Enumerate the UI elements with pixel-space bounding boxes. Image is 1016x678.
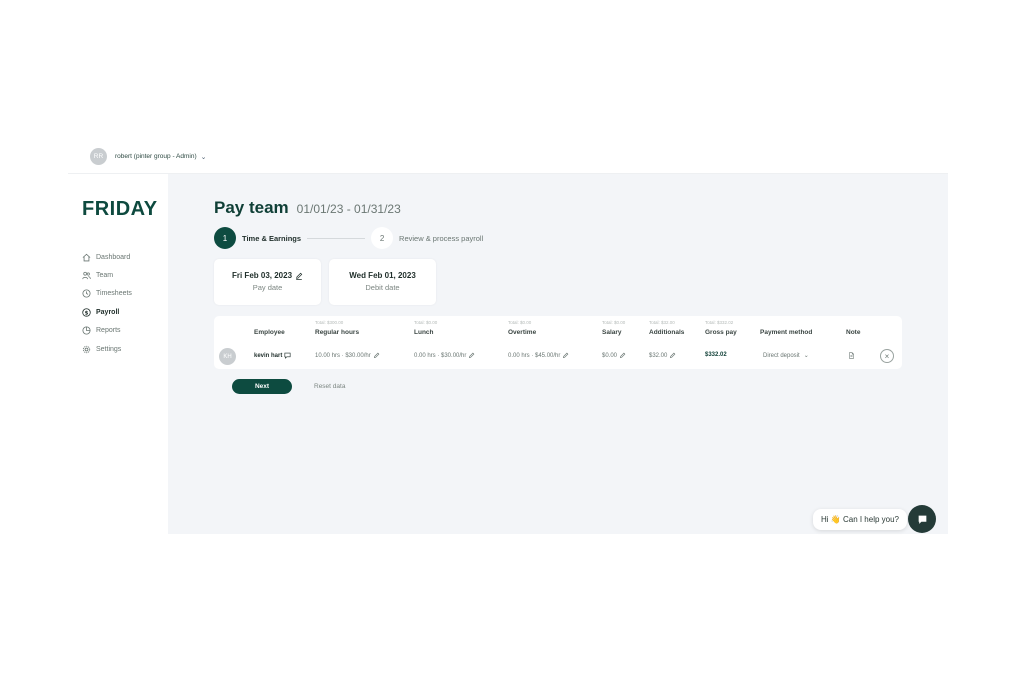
column-header-employee: Employee [254, 329, 285, 336]
payment-method-select[interactable]: Direct deposit ⌄ [763, 352, 809, 360]
page-header: Pay team 01/01/23 - 01/31/23 [214, 198, 401, 218]
next-button[interactable]: Next [232, 379, 292, 394]
chat-launcher-button[interactable] [908, 505, 936, 533]
employee-cell[interactable]: kevin hart [254, 352, 291, 359]
gear-icon [82, 345, 91, 354]
sidebar-item-team[interactable]: Team [82, 266, 132, 284]
lunch-cell[interactable]: 0.00 hrs · $30.00/hr [414, 352, 475, 359]
document-icon[interactable] [848, 352, 855, 359]
user-avatar[interactable]: RR [90, 148, 107, 165]
dollar-icon: $ [82, 308, 91, 317]
top-bar: RR robert (pinter group - Admin) ⌄ [68, 140, 948, 174]
pay-date-card[interactable]: Fri Feb 03, 2023 Pay date [214, 259, 321, 305]
edit-pencil-icon[interactable] [468, 352, 475, 359]
app-window: RR robert (pinter group - Admin) ⌄ FRIDA… [68, 140, 948, 534]
debit-date-card: Wed Feb 01, 2023 Debit date [329, 259, 436, 305]
column-header-additionals: Total: $32.00 Additionals [649, 320, 685, 336]
pay-date-label: Pay date [252, 283, 283, 292]
column-header-gross-pay: Total: $332.02 Gross pay [705, 320, 737, 336]
edit-pencil-icon[interactable] [669, 352, 676, 359]
sidebar-item-timesheets[interactable]: Timesheets [82, 285, 132, 303]
sidebar-item-dashboard[interactable]: Dashboard [82, 248, 132, 266]
column-total: Total: $332.02 [705, 320, 734, 325]
edit-pencil-icon[interactable] [619, 352, 626, 359]
team-icon [82, 271, 91, 280]
step-2-label[interactable]: Review & process payroll [399, 234, 483, 243]
chevron-down-icon: ⌄ [803, 353, 809, 359]
column-total: Total: $300.00 [315, 320, 344, 325]
sidebar: FRIDAY Dashboard Team Timesheets $ Payro… [68, 174, 168, 534]
chat-greeting-bubble[interactable]: Hi 👋 Can I help you? [813, 509, 907, 530]
debit-date-label: Debit date [365, 283, 400, 292]
column-header-note: Note [846, 329, 861, 336]
home-icon [82, 253, 91, 262]
user-account-label[interactable]: robert (pinter group - Admin) [115, 153, 197, 160]
overtime-cell[interactable]: 0.00 hrs · $45.00/hr [508, 352, 569, 359]
note-cell[interactable] [846, 352, 855, 359]
sidebar-item-settings[interactable]: Settings [82, 340, 132, 358]
column-total: Total: $0.00 [414, 320, 438, 325]
sidebar-item-label: Settings [96, 345, 122, 353]
regular-hours-cell[interactable]: 10.00 hrs · $30.00/hr [315, 352, 380, 359]
sidebar-item-label: Reports [96, 327, 121, 335]
sidebar-item-reports[interactable]: Reports [82, 322, 132, 340]
chevron-down-icon[interactable]: ⌄ [201, 153, 207, 161]
reset-data-link[interactable]: Reset data [314, 383, 345, 390]
edit-pencil-icon[interactable] [562, 352, 569, 359]
edit-pencil-icon[interactable] [373, 352, 380, 359]
edit-pencil-icon[interactable] [295, 272, 303, 280]
sidebar-item-label: Payroll [96, 308, 120, 316]
step-1-number[interactable]: 1 [214, 227, 236, 249]
employee-name[interactable]: kevin hart [254, 353, 282, 359]
chat-icon [918, 515, 926, 524]
step-connector [307, 237, 366, 239]
sidebar-item-label: Timesheets [96, 290, 132, 298]
column-total: Total: $0.00 [602, 320, 626, 325]
close-icon: × [884, 351, 890, 361]
column-total: Total: $32.00 [649, 320, 675, 325]
payroll-stepper: 1 Time & Earnings 2 Review & process pay… [214, 227, 483, 249]
step-2-number[interactable]: 2 [371, 227, 394, 249]
gross-pay-cell: $332.02 [705, 352, 727, 358]
column-header-salary: Total: $0.00 Salary [602, 320, 626, 336]
sidebar-item-label: Team [96, 272, 114, 280]
remove-row-button[interactable]: × [880, 349, 894, 363]
additionals-cell[interactable]: $32.00 [649, 352, 676, 359]
svg-text:$: $ [85, 310, 89, 316]
main-content: Pay team 01/01/23 - 01/31/23 1 Time & Ea… [168, 174, 948, 534]
column-header-lunch: Total: $0.00 Lunch [414, 320, 438, 336]
salary-cell[interactable]: $0.00 [602, 352, 626, 359]
comment-icon[interactable] [284, 352, 291, 359]
pay-date-value: Fri Feb 03, 2023 [231, 271, 293, 280]
employee-avatar: KH [219, 348, 236, 365]
sidebar-item-payroll[interactable]: $ Payroll [82, 303, 132, 321]
step-1-label[interactable]: Time & Earnings [242, 234, 301, 243]
logo[interactable]: FRIDAY [82, 198, 158, 221]
pie-chart-icon [82, 326, 91, 335]
column-header-overtime: Total: $0.00 Overtime [508, 320, 537, 336]
page-title: Pay team [214, 198, 289, 217]
payroll-table: Employee Total: $300.00 Regular hours To… [214, 316, 902, 369]
column-header-payment-method: Payment method [760, 329, 813, 336]
sidebar-item-label: Dashboard [96, 253, 131, 261]
sidebar-nav: Dashboard Team Timesheets $ Payroll Repo… [82, 248, 132, 358]
debit-date-value: Wed Feb 01, 2023 [349, 271, 416, 280]
column-total: Total: $0.00 [508, 320, 532, 325]
clock-icon [82, 289, 91, 298]
column-header-regular-hours: Total: $300.00 Regular hours [315, 320, 360, 336]
pay-period-range: 01/01/23 - 01/31/23 [296, 202, 401, 216]
